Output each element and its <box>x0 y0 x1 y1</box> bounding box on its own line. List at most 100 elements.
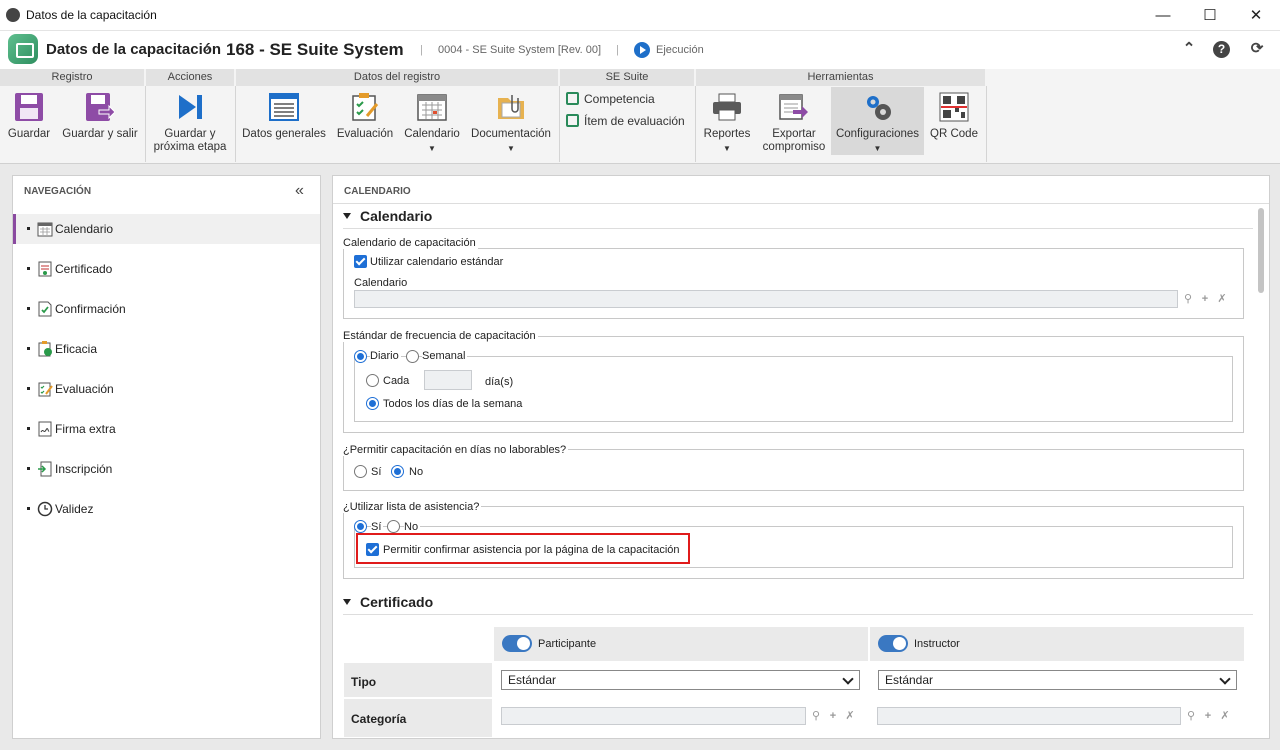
search-icon[interactable]: ⚲ <box>1181 292 1195 306</box>
clock-icon <box>37 501 53 517</box>
no-laborables-no-label: No <box>409 466 424 478</box>
documentacion-button[interactable]: Documentación ▼ <box>470 89 552 155</box>
qr-code-button[interactable]: QR Code <box>928 89 980 141</box>
nav-item-firma-extra[interactable]: Firma extra <box>13 414 320 444</box>
section-calendario-title: Calendario <box>360 208 433 224</box>
datos-generales-button[interactable]: Datos generales <box>240 89 328 141</box>
no-laborables-si-label: Sí <box>371 466 382 478</box>
calendario-ribbon-button[interactable]: Calendario ▼ <box>402 89 462 155</box>
semanal-radio[interactable] <box>406 350 419 363</box>
close-button[interactable]: ✕ <box>1233 0 1279 31</box>
search-icon[interactable]: ⚲ <box>1184 709 1198 723</box>
clear-icon[interactable]: ✗ <box>843 709 857 723</box>
add-icon[interactable]: + <box>826 709 840 723</box>
categoria-participante-input[interactable] <box>501 707 806 725</box>
item-evaluacion-icon <box>566 114 579 127</box>
no-laborables-no-radio[interactable] <box>391 465 404 478</box>
qr-code-icon <box>939 92 969 122</box>
asistencia-si-radio[interactable] <box>354 520 367 533</box>
nav-item-evaluacion[interactable]: Evaluación <box>13 374 320 404</box>
clear-icon[interactable]: ✗ <box>1218 709 1232 723</box>
minimize-button[interactable]: — <box>1140 0 1186 31</box>
section-divider <box>343 614 1253 615</box>
configuraciones-button[interactable]: Configuraciones ▼ <box>831 87 924 155</box>
refresh-icon[interactable]: ⟳ <box>1247 39 1267 59</box>
nav-item-validez[interactable]: Validez <box>13 494 320 524</box>
section-calendario-toggle[interactable]: Calendario <box>343 208 432 224</box>
guardar-salir-label: Guardar y salir <box>62 128 138 140</box>
instructor-label: Instructor <box>914 638 960 650</box>
reportes-button[interactable]: Reportes ▼ <box>700 89 754 155</box>
help-icon[interactable]: ? <box>1213 41 1230 58</box>
group-se-suite: SE Suite <box>560 69 696 86</box>
guardar-salir-button[interactable]: Guardar y salir <box>60 89 140 141</box>
asistencia-no-radio[interactable] <box>387 520 400 533</box>
item-evaluacion-label: Ítem de evaluación <box>584 114 685 128</box>
status-label: Ejecución <box>656 44 704 56</box>
section-certificado-toggle[interactable]: Certificado <box>343 594 433 610</box>
section-divider <box>343 228 1253 229</box>
nav-item-label: Inscripción <box>55 462 113 476</box>
calendar-icon <box>417 92 447 122</box>
guardar-proxima-button[interactable]: Guardar y próxima etapa <box>148 89 232 154</box>
clear-icon[interactable]: ✗ <box>1215 292 1229 306</box>
item-evaluacion-link[interactable]: Ítem de evaluación <box>566 114 685 128</box>
tipo-participante-value: Estándar <box>508 673 557 687</box>
cada-radio[interactable] <box>366 374 379 387</box>
signature-icon <box>37 421 53 437</box>
exportar-compromiso-button[interactable]: Exportar compromiso <box>760 89 828 154</box>
permitir-confirmar-checkbox[interactable] <box>366 543 379 556</box>
header-divider: | <box>616 44 619 56</box>
instructor-toggle[interactable] <box>878 635 908 652</box>
nav-item-certificado[interactable]: Certificado <box>13 254 320 284</box>
nav-item-calendario[interactable]: Calendario <box>13 214 320 244</box>
calendario-field-label: Calendario <box>354 277 408 289</box>
asistencia-si-label: Sí <box>371 521 384 533</box>
next-step-icon <box>175 92 205 122</box>
maximize-button[interactable]: ☐ <box>1187 0 1233 31</box>
legend-no-laborables: ¿Permitir capacitación en días no labora… <box>343 444 569 456</box>
nav-item-label: Eficacia <box>55 342 98 356</box>
calendario-input[interactable] <box>354 290 1178 308</box>
record-header: Datos de la capacitación › 168 - SE Suit… <box>0 31 1280 69</box>
nav-item-eficacia[interactable]: Eficacia <box>13 334 320 364</box>
no-laborables-si-radio[interactable] <box>354 465 367 478</box>
usar-calendario-estandar-label: Utilizar calendario estándar <box>370 256 504 268</box>
nav-item-label: Firma extra <box>55 422 116 436</box>
tipo-instructor-select[interactable]: Estándar <box>878 670 1237 690</box>
competencia-link[interactable]: Competencia <box>566 92 655 106</box>
usar-calendario-estandar-checkbox[interactable] <box>354 255 367 268</box>
group-herramientas: Herramientas <box>696 69 987 86</box>
add-icon[interactable]: + <box>1198 292 1212 306</box>
header-divider: | <box>420 44 423 56</box>
nav-item-inscripcion[interactable]: Inscripción <box>13 454 320 484</box>
collapse-panel-icon[interactable]: « <box>295 182 304 200</box>
todos-dias-radio[interactable] <box>366 397 379 410</box>
nav-item-confirmacion[interactable]: Confirmación <box>13 294 320 324</box>
diario-label: Diario <box>370 350 401 362</box>
diario-radio[interactable] <box>354 350 367 363</box>
guardar-button[interactable]: Guardar <box>4 89 54 141</box>
efficacy-icon <box>37 341 53 357</box>
record-title: 168 - SE Suite System <box>226 40 404 59</box>
evaluacion-button[interactable]: Evaluación <box>334 89 396 141</box>
legend-calendario-capacitacion: Calendario de capacitación <box>343 237 478 249</box>
todos-dias-label: Todos los días de la semana <box>383 398 523 410</box>
confirm-document-icon <box>37 301 53 317</box>
collapse-up-icon[interactable]: ⌃ <box>1179 39 1199 59</box>
dropdown-arrow-icon: ▼ <box>873 144 882 153</box>
tipo-participante-select[interactable]: Estándar <box>501 670 860 690</box>
ribbon-divider <box>695 86 696 162</box>
add-icon[interactable]: + <box>1201 709 1215 723</box>
revision-label: 0004 - SE Suite System [Rev. 00] <box>438 44 602 56</box>
printer-icon <box>712 92 742 122</box>
search-icon[interactable]: ⚲ <box>809 709 823 723</box>
cada-dias-input[interactable] <box>424 370 472 390</box>
group-registro: Registro <box>0 69 146 86</box>
participante-toggle[interactable] <box>502 635 532 652</box>
window-titlebar: Datos de la capacitación — ☐ ✕ <box>0 0 1280 31</box>
folder-icon <box>496 92 526 122</box>
categoria-instructor-input[interactable] <box>877 707 1181 725</box>
vertical-scrollbar[interactable] <box>1258 208 1264 293</box>
enrollment-icon <box>37 461 53 477</box>
